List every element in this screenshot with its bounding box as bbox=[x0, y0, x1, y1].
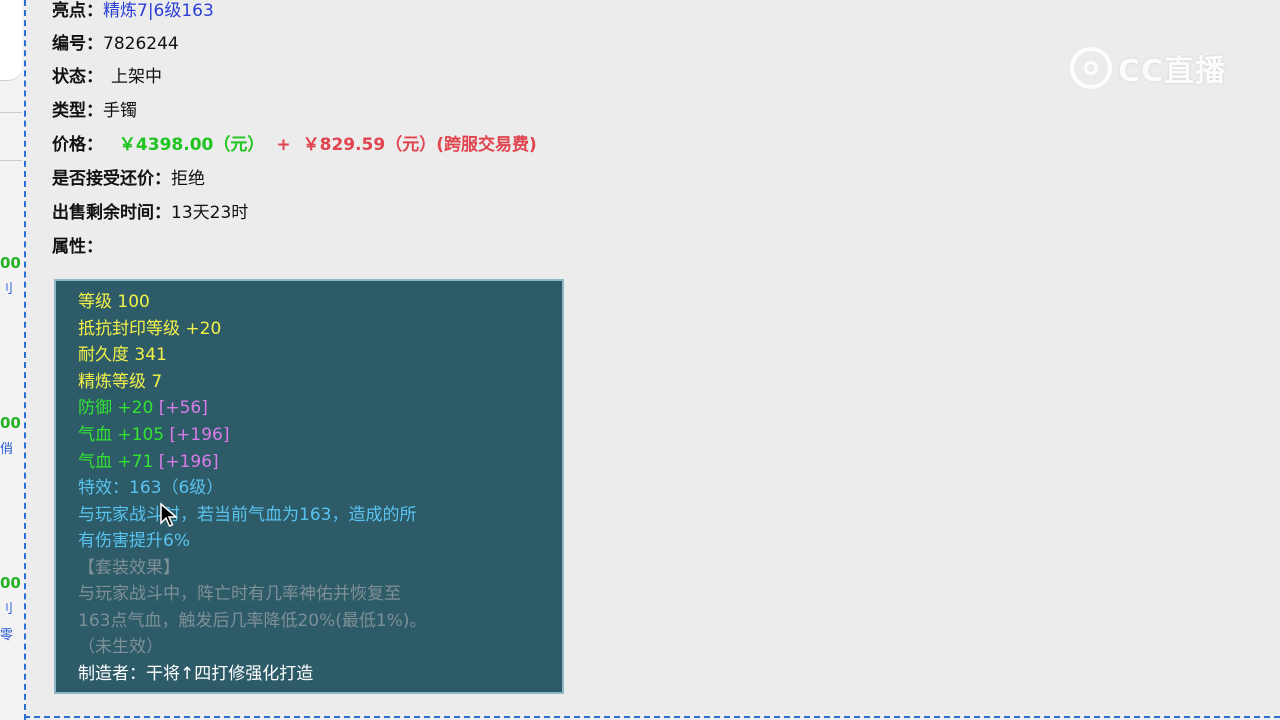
sidebar-tab[interactable] bbox=[0, 0, 22, 81]
attributes-label: 属性： bbox=[52, 237, 103, 257]
sidebar-fragment: 00 bbox=[0, 254, 21, 272]
price-label: 价格： bbox=[52, 135, 103, 155]
remaining-time-row: 出售剩余时间：13天23时 bbox=[52, 202, 248, 224]
highlight-row: 亮点：精炼7|6级163 bbox=[52, 0, 214, 22]
type-value: 手镯 bbox=[103, 101, 137, 121]
set-effect-desc: 163点气血，触发后几率降低20%(最低1%)。 bbox=[78, 611, 427, 631]
sidebar-divider bbox=[0, 160, 22, 161]
remaining-time-label: 出售剩余时间： bbox=[52, 203, 171, 223]
price-plus: + bbox=[276, 135, 291, 155]
set-effect-title: 【套装效果】 bbox=[78, 558, 180, 578]
set-effect-state: （未生效） bbox=[78, 637, 163, 657]
attr-seal-resist: 抵抗封印等级 +20 bbox=[78, 319, 222, 339]
attr-refine: 精炼等级 7 bbox=[78, 372, 163, 392]
counter-offer-value: 拒绝 bbox=[171, 169, 205, 189]
sidebar-fragment: 刂 bbox=[0, 602, 14, 617]
attributes-row: 属性： bbox=[52, 236, 103, 258]
cc-live-watermark: CC直播 bbox=[1070, 46, 1226, 90]
highlight-label: 亮点： bbox=[52, 1, 103, 21]
attr-special: 特效：163（6级） bbox=[78, 478, 224, 498]
type-label: 类型： bbox=[52, 101, 103, 121]
left-sidebar-edge: 00 刂 00 俏 00 刂 零 bbox=[0, 0, 26, 720]
sidebar-fragment: 俏 bbox=[0, 442, 14, 457]
id-row: 编号：7826244 bbox=[52, 33, 179, 55]
status-label: 状态： bbox=[52, 67, 103, 87]
watermark-text: CC直播 bbox=[1118, 54, 1227, 89]
attr-hp1-line: 气血 +105 [+196] bbox=[78, 424, 229, 446]
id-label: 编号： bbox=[52, 34, 103, 54]
sidebar-fragment: 零 bbox=[0, 628, 14, 643]
attr-special-desc: 与玩家战斗时，若当前气血为163，造成的所 bbox=[78, 505, 417, 525]
remaining-time-value: 13天23时 bbox=[171, 203, 249, 223]
type-row: 类型：手镯 bbox=[52, 100, 137, 122]
price-value: ￥4398.00（元） bbox=[118, 135, 265, 155]
attr-durability: 耐久度 341 bbox=[78, 345, 167, 365]
attr-maker: 制造者：干将↑四打修强化打造 bbox=[78, 664, 314, 684]
attr-defense: 防御 +20 bbox=[78, 398, 154, 418]
attr-special-desc: 有伤害提升6% bbox=[78, 531, 190, 551]
attr-hp2: 气血 +71 bbox=[78, 452, 154, 472]
counter-offer-label: 是否接受还价： bbox=[52, 169, 171, 189]
attr-defense-bonus: [+56] bbox=[158, 398, 208, 418]
status-row: 状态： 上架中 bbox=[52, 66, 162, 88]
set-effect-desc: 与玩家战斗中，阵亡时有几率神佑并恢复至 bbox=[78, 584, 401, 604]
attr-hp1-bonus: [+196] bbox=[169, 425, 230, 445]
highlight-link[interactable]: 精炼7|6级163 bbox=[103, 1, 214, 21]
attr-hp1: 气血 +105 bbox=[78, 425, 165, 445]
item-attributes-tooltip: 等级 100 抵抗封印等级 +20 耐久度 341 精炼等级 7 防御 +20 … bbox=[54, 279, 564, 694]
sidebar-fragment: 刂 bbox=[0, 282, 14, 297]
attr-hp2-line: 气血 +71 [+196] bbox=[78, 451, 219, 473]
id-value: 7826244 bbox=[103, 34, 179, 54]
sidebar-fragment: 00 bbox=[0, 574, 21, 592]
counter-offer-row: 是否接受还价：拒绝 bbox=[52, 168, 205, 190]
cc-logo-icon bbox=[1070, 47, 1112, 89]
attr-level: 等级 100 bbox=[78, 292, 150, 312]
status-value: 上架中 bbox=[111, 67, 162, 87]
bottom-divider bbox=[24, 716, 1280, 720]
price-row: 价格： ￥4398.00（元） + ￥829.59（元）(跨服交易费) bbox=[52, 134, 537, 156]
sidebar-divider bbox=[0, 112, 22, 113]
fee-value: ￥829.59（元）(跨服交易费) bbox=[302, 135, 537, 155]
attr-hp2-bonus: [+196] bbox=[158, 452, 219, 472]
mouse-cursor-icon bbox=[160, 502, 179, 527]
attr-defense-line: 防御 +20 [+56] bbox=[78, 397, 208, 419]
sidebar-fragment: 00 bbox=[0, 414, 21, 432]
